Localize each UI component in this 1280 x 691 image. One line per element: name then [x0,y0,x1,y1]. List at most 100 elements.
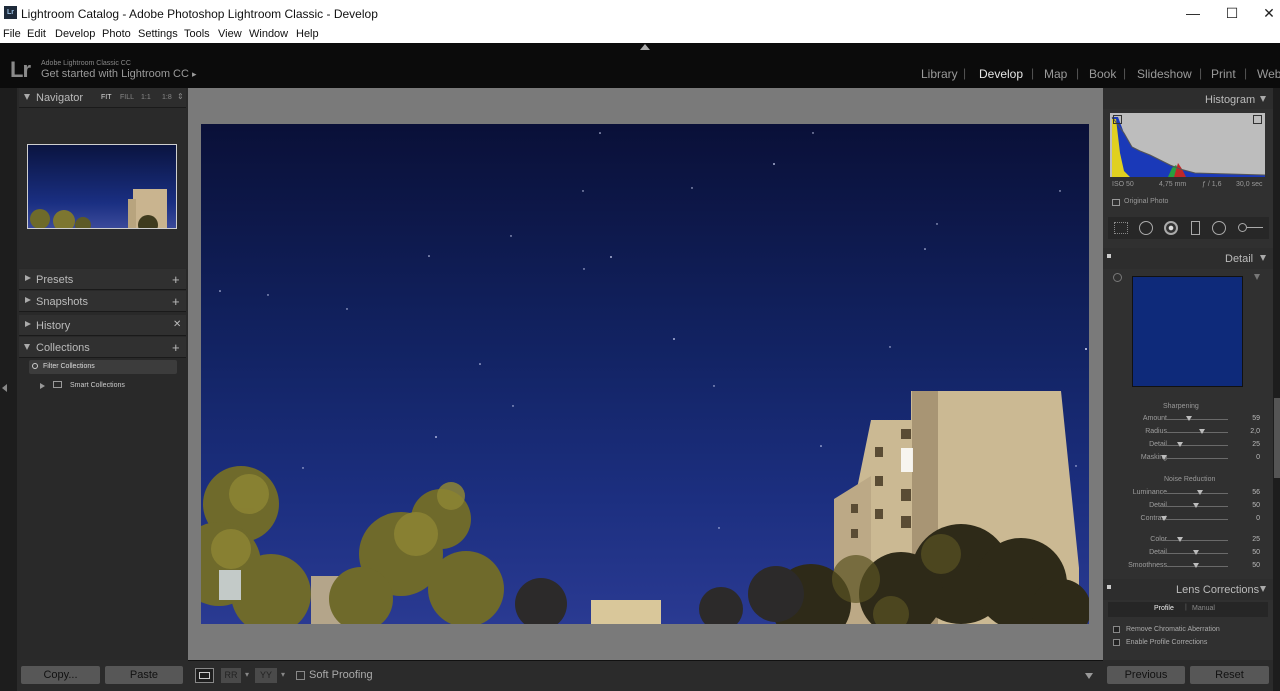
slider-color[interactable]: Color 25 [1108,534,1264,547]
adjustment-brush-icon[interactable] [1238,223,1247,232]
shadow-clipping-toggle[interactable] [1113,115,1122,124]
previous-button[interactable]: Previous [1107,666,1185,684]
minimize-button[interactable]: — [1173,4,1213,22]
maximize-button[interactable]: ☐ [1212,4,1252,22]
tab-profile[interactable]: Profile [1154,605,1174,612]
zoom-1-1[interactable]: 1:1 [141,94,151,101]
slider-contrast[interactable]: Contrast 0 [1108,513,1264,526]
filter-collections-field[interactable]: Filter Collections [29,360,177,374]
slider-thumb[interactable] [1199,429,1205,434]
enable-profile-corrections-checkbox[interactable] [1113,639,1120,646]
module-library[interactable]: Library [921,67,958,81]
close-button[interactable]: ✕ [1249,4,1280,22]
slider-thumb[interactable] [1177,537,1183,542]
copy-button[interactable]: Copy... [21,666,100,684]
slider-radius[interactable]: Radius 2,0 [1108,426,1264,439]
spot-removal-icon[interactable] [1139,221,1153,235]
radial-filter-icon[interactable] [1212,221,1226,235]
navigator-header[interactable]: Navigator FIT FILL 1:1 1:8 ⇕ [19,88,186,108]
graduated-filter-icon[interactable] [1191,221,1200,235]
reset-button[interactable]: Reset [1190,666,1269,684]
slider-value[interactable]: 50 [1252,549,1260,556]
menu-view[interactable]: View [218,28,242,40]
slider-value[interactable]: 56 [1252,489,1260,496]
add-snapshot-icon[interactable]: + [172,294,180,309]
slider-masking[interactable]: Masking 0 [1108,452,1264,465]
menu-help[interactable]: Help [296,28,319,40]
slider-detail[interactable]: Detail 50 [1108,547,1264,560]
smart-collections-row[interactable]: Smart Collections [29,378,182,392]
zoom-fit[interactable]: FIT [101,94,112,101]
collections-header[interactable]: Collections + [19,337,186,358]
zoom-options-icon[interactable]: ⇕ [177,92,184,101]
right-panel-edge[interactable] [1273,88,1280,691]
slider-thumb[interactable] [1161,516,1167,521]
slider-luminance[interactable]: Luminance 56 [1108,487,1264,500]
slider-value[interactable]: 25 [1252,441,1260,448]
collapse-left-panel-icon[interactable] [2,384,7,392]
menu-tools[interactable]: Tools [184,28,210,40]
paste-button[interactable]: Paste [105,666,183,684]
slider-value[interactable]: 25 [1252,536,1260,543]
soft-proofing-checkbox[interactable] [296,671,305,680]
slider-value[interactable]: 2,0 [1250,428,1260,435]
slider-value[interactable]: 0 [1256,454,1260,461]
before-after-button[interactable]: RR [221,668,241,683]
clear-history-icon[interactable]: ✕ [173,319,181,330]
slider-track[interactable] [1164,540,1228,541]
navigator-thumbnail[interactable] [27,144,177,229]
main-photo[interactable] [201,124,1089,624]
slider-thumb[interactable] [1177,442,1183,447]
panel-toggle-icon[interactable] [1107,254,1111,258]
slider-thumb[interactable] [1161,455,1167,460]
menu-edit[interactable]: Edit [27,28,46,40]
menu-develop[interactable]: Develop [55,28,95,40]
slider-detail[interactable]: Detail 50 [1108,500,1264,513]
collapse-top-panel-icon[interactable] [640,44,650,50]
tab-manual[interactable]: Manual [1192,605,1215,612]
history-header[interactable]: History ✕ [19,315,186,336]
crop-icon[interactable] [1114,222,1128,234]
loupe-view-button[interactable] [195,668,214,683]
slider-track[interactable] [1164,519,1228,520]
slider-track[interactable] [1164,493,1228,494]
before-after-dropdown-icon[interactable]: ▾ [245,670,249,679]
target-adjustment-icon[interactable] [1113,273,1122,282]
module-slideshow[interactable]: Slideshow [1137,67,1192,81]
slider-thumb[interactable] [1197,490,1203,495]
red-eye-icon[interactable] [1164,221,1178,235]
presets-header[interactable]: Presets + [19,269,186,290]
slider-track[interactable] [1164,445,1228,446]
original-photo-checkbox[interactable] [1112,199,1120,206]
toolbar-menu-icon[interactable] [1085,673,1093,679]
slider-value[interactable]: 50 [1252,502,1260,509]
add-preset-icon[interactable]: + [172,272,180,287]
module-print[interactable]: Print [1211,67,1236,81]
histogram-chart[interactable] [1110,113,1266,177]
left-panel-edge[interactable] [0,88,17,691]
slider-smoothness[interactable]: Smoothness 50 [1108,560,1264,573]
remove-chromatic-aberration-checkbox[interactable] [1113,626,1120,633]
detail-header[interactable]: Detail [1103,248,1273,269]
slider-thumb[interactable] [1193,503,1199,508]
slider-track[interactable] [1164,419,1228,420]
module-develop[interactable]: Develop [979,67,1023,81]
menu-window[interactable]: Window [249,28,288,40]
snapshots-header[interactable]: Snapshots + [19,291,186,312]
slider-track[interactable] [1164,458,1228,459]
slider-value[interactable]: 50 [1252,562,1260,569]
slider-thumb[interactable] [1193,563,1199,568]
highlight-clipping-toggle[interactable] [1253,115,1262,124]
menu-settings[interactable]: Settings [138,28,178,40]
slider-value[interactable]: 59 [1252,415,1260,422]
module-web[interactable]: Web [1257,67,1280,81]
menu-photo[interactable]: Photo [102,28,131,40]
swap-before-after-button[interactable]: YY [255,668,277,683]
add-collection-icon[interactable]: + [172,340,180,355]
right-panel-scrollbar[interactable] [1274,398,1280,478]
histogram-header[interactable]: Histogram [1103,88,1273,109]
module-map[interactable]: Map [1044,67,1067,81]
module-book[interactable]: Book [1089,67,1116,81]
slider-thumb[interactable] [1193,550,1199,555]
detail-preview-toggle-icon[interactable] [1254,274,1260,280]
